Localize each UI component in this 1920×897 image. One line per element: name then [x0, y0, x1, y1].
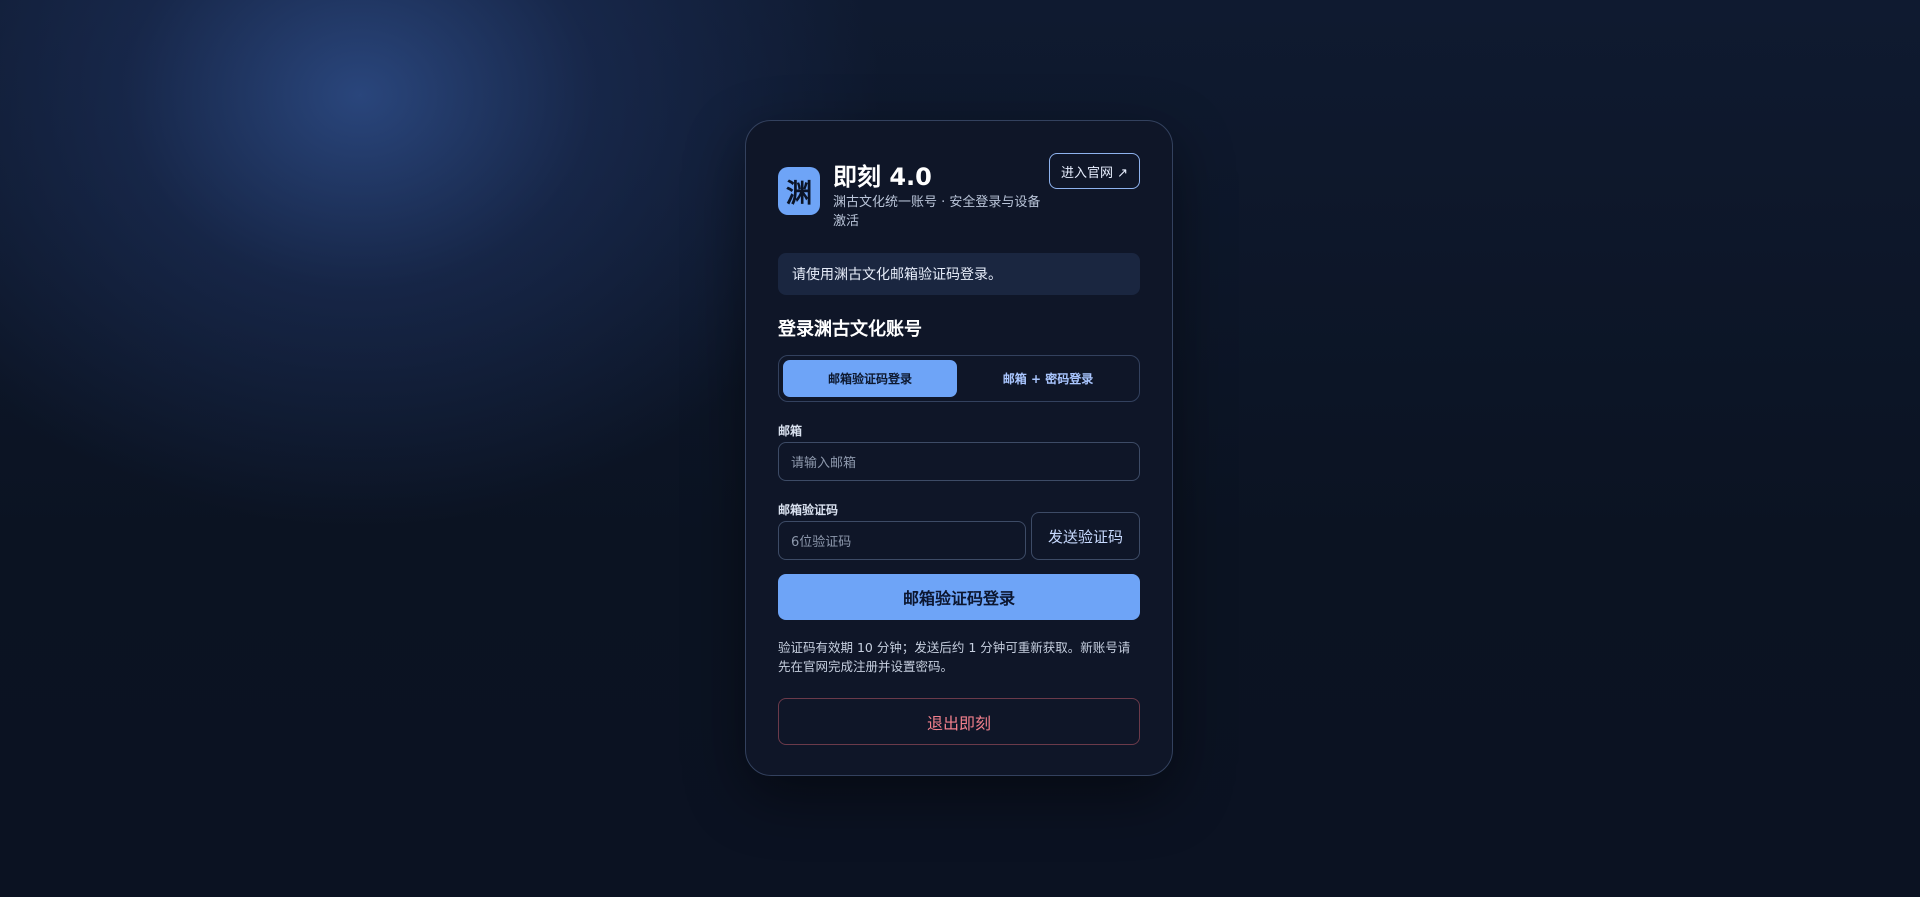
tab-email-password[interactable]: 邮箱 + 密码登录	[961, 360, 1135, 397]
section-title: 登录渊古文化账号	[778, 319, 922, 340]
tab-email-code[interactable]: 邮箱验证码登录	[783, 360, 957, 397]
app-title: 即刻 4.0	[833, 163, 932, 191]
code-label: 邮箱验证码	[778, 503, 839, 517]
app-logo: 渊	[778, 167, 820, 215]
email-input[interactable]: 请输入邮箱	[778, 442, 1140, 481]
exit-button[interactable]: 退出即刻	[778, 698, 1140, 745]
app-subtitle: 渊古文化统一账号 · 安全登录与设备激活	[833, 195, 1041, 229]
send-code-button[interactable]: 发送验证码	[1031, 512, 1140, 560]
visit-site-button[interactable]: 进入官网 ↗	[1048, 153, 1140, 189]
code-hint: 验证码有效期 10 分钟；发送后约 1 分钟可重新获取。新账号请先在官网完成注册…	[778, 640, 1131, 674]
login-method-tabs: 邮箱验证码登录 邮箱 + 密码登录	[778, 355, 1140, 402]
login-card: 渊 即刻 4.0 渊古文化统一账号 · 安全登录与设备激活 进入官网 ↗ 请使用…	[745, 120, 1173, 776]
code-input[interactable]: 6位验证码	[778, 521, 1026, 560]
notice-banner: 请使用渊古文化邮箱验证码登录。	[778, 253, 1140, 295]
email-label: 邮箱	[778, 424, 803, 438]
email-code-login-button[interactable]: 邮箱验证码登录	[778, 574, 1140, 620]
